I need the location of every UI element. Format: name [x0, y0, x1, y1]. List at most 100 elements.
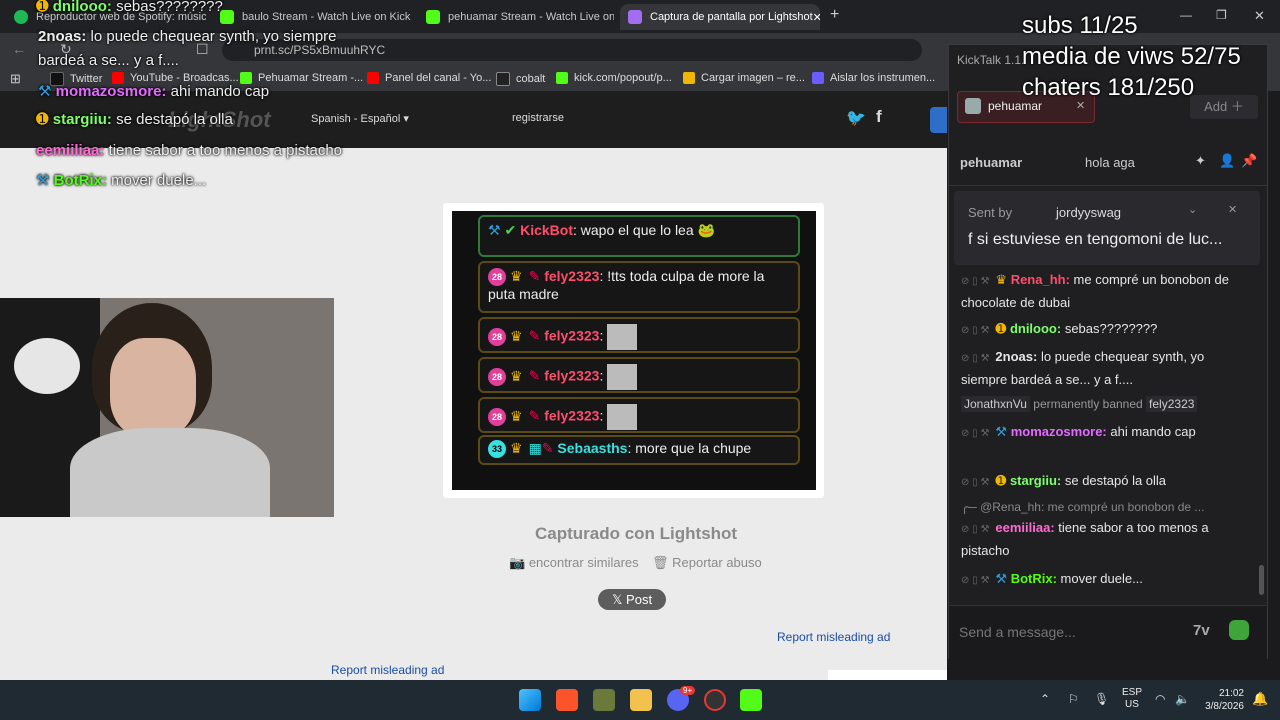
chat-message[interactable]: ⊘ ▯ ⚒ eemiiliaa: tiene sabor a too menos …: [961, 517, 1251, 561]
tab-pehuamar[interactable]: pehuamar Stream - Watch Live on Kick: [418, 4, 614, 30]
kicktalk-icon[interactable]: [740, 689, 762, 711]
kick-emote-icon[interactable]: [1229, 620, 1249, 640]
sub-badge: 28: [488, 368, 506, 386]
wifi-icon[interactable]: ◠: [1155, 692, 1165, 706]
mod-tools-icon[interactable]: ⊘ ▯ ⚒: [961, 325, 989, 336]
ban-target: fely2323: [1146, 396, 1198, 412]
facebook-icon[interactable]: f: [876, 107, 882, 127]
apps-grid-icon[interactable]: ⊞: [10, 71, 21, 87]
unpin-icon[interactable]: 📌: [1241, 153, 1257, 169]
gift-icon: ✎: [528, 268, 541, 284]
crown-icon: ♛: [510, 268, 523, 284]
mod-tools-icon[interactable]: ⊘ ▯ ⚒: [961, 353, 989, 364]
reply-icon: ╭─: [961, 500, 977, 514]
tray-icon[interactable]: ⚐: [1068, 692, 1079, 706]
reply-preview[interactable]: ╭─ @Rena_hh: me compré un bonobon de ...: [961, 497, 1251, 518]
chat-username: BotRix:: [1010, 571, 1057, 586]
microphone-icon[interactable]: 🎙: [1094, 692, 1109, 706]
find-similar-link[interactable]: 📷 encontrar similares: [509, 555, 639, 571]
register-link[interactable]: registrarse: [512, 112, 564, 124]
chat-scrollbar[interactable]: [1259, 565, 1264, 595]
file-explorer-icon[interactable]: [630, 689, 652, 711]
trollface-icon: [14, 338, 80, 394]
tab-lightshot[interactable]: Captura de pantalla por Lightshot ✕: [620, 4, 820, 30]
chat-text: wapo el que lo lea: [580, 222, 694, 238]
close-tab-icon[interactable]: ✕: [813, 11, 820, 24]
user-icon[interactable]: 👤: [1219, 153, 1235, 169]
pin-icon[interactable]: ✦: [1195, 153, 1206, 169]
report-ad-link[interactable]: Report misleading ad: [331, 663, 444, 677]
sub-badge-icon: ➊: [995, 321, 1007, 336]
language-indicator[interactable]: ESP US: [1122, 687, 1142, 711]
bookmark-panel[interactable]: Panel del canal - Yo...: [367, 72, 491, 84]
chat-message[interactable]: ⊘ ▯ ⚒ ⚒ BotRix: mover duele...: [961, 568, 1251, 591]
windows-start-icon[interactable]: [519, 689, 541, 711]
chat-username: dnilooo:: [1009, 321, 1062, 336]
report-ad-link[interactable]: Report misleading ad: [777, 630, 890, 644]
chevron-up-icon[interactable]: ⌃: [1040, 692, 1050, 706]
7tv-emote-icon[interactable]: 7v: [1193, 622, 1210, 639]
kicktalk-panel: KickTalk 1.1. pehuamar ✕ Add ＋ pehuamar …: [948, 44, 1268, 660]
add-channel-button[interactable]: Add ＋: [1190, 95, 1258, 119]
screenshot-image[interactable]: ⚒ ✔ KickBot: wapo el que lo lea 🐸 28 ♛ ✎ f…: [452, 211, 816, 490]
new-tab-icon[interactable]: +: [830, 6, 839, 24]
chat-message[interactable]: ⊘ ▯ ⚒ ➊ dnilooo: sebas????????: [961, 318, 1251, 341]
bookmark-aislar[interactable]: Aislar los instrumen...: [812, 72, 935, 84]
report-abuse-link[interactable]: 🗑 Reportar abuso: [652, 555, 762, 571]
overlay-chat-line: 2noas: lo puede chequear synth, yo siemp…: [38, 28, 337, 45]
clock[interactable]: 21:02 3/8/2026: [1200, 687, 1244, 713]
mod-tools-icon[interactable]: ⊘ ▯ ⚒: [961, 575, 989, 586]
chat-message[interactable]: ⊘ ▯ ⚒ ♛ Rena_hh: me compré un bonobon de …: [961, 269, 1251, 313]
game-icon[interactable]: [593, 689, 615, 711]
bookmark-cobalt[interactable]: cobalt: [496, 72, 545, 86]
sub-badge-icon: ➊: [36, 0, 49, 15]
close-window-icon[interactable]: ✕: [1254, 8, 1265, 24]
chevron-down-icon[interactable]: ⌄: [1188, 203, 1197, 216]
screenshot-chat-row: 28 ♛ ✎ fely2323:: [478, 397, 800, 433]
sub-badge: 33: [488, 440, 506, 459]
tab-label: baulo Stream - Watch Live on Kick: [242, 11, 411, 23]
overlay-chat-line: ⚒ BotRix: mover duele...: [36, 171, 206, 189]
tab-baulo[interactable]: baulo Stream - Watch Live on Kick: [212, 4, 412, 30]
trash-icon: 🗑: [652, 555, 669, 570]
chat-username: Sebaasths: [557, 440, 628, 456]
unpin-icon[interactable]: ✕: [1228, 203, 1237, 216]
upload-button[interactable]: [930, 107, 947, 133]
x-post-button[interactable]: 𝕏 Post: [598, 589, 666, 610]
overlay-chat-line: eemiiliaa: tiene sabor a too menos a pis…: [36, 142, 342, 159]
maximize-icon[interactable]: ❐: [1216, 8, 1227, 22]
brave-icon[interactable]: [556, 689, 578, 711]
mod-tools-icon[interactable]: ⊘ ▯ ⚒: [961, 428, 989, 439]
obs-icon[interactable]: [704, 689, 726, 711]
sent-by-label: Sent by: [968, 205, 1013, 220]
bookmark-cargar-imagen[interactable]: Cargar imagen – re...: [683, 72, 805, 84]
sub-badge-icon: ➊: [36, 111, 49, 128]
x-icon: 𝕏: [611, 592, 623, 607]
minimize-icon[interactable]: —: [1180, 8, 1192, 22]
message-composer: 7v: [949, 605, 1267, 660]
message-input[interactable]: [957, 616, 1173, 648]
chat-message[interactable]: ⊘ ▯ ⚒ ⚒ momazosmore: ahi mando cap: [961, 421, 1251, 444]
chat-message[interactable]: ⊘ ▯ ⚒ ➊ stargiiu: se destapó la olla: [961, 470, 1251, 493]
volume-icon[interactable]: 🔈: [1175, 692, 1190, 706]
pinned-user: pehuamar: [960, 155, 1023, 170]
bookmark-kick-popout[interactable]: kick.com/popout/p...: [556, 72, 672, 84]
face-emote-icon: [607, 404, 638, 430]
language-select[interactable]: Spanish - Español ▾: [311, 112, 409, 125]
overlay-text: ahi mando cap: [170, 83, 270, 100]
mod-tools-icon[interactable]: ⊘ ▯ ⚒: [961, 524, 989, 535]
ban-notice: JonathxnVu permanently banned fely2323: [961, 394, 1251, 415]
mod-icon: ⚒: [38, 83, 52, 100]
chat-message[interactable]: ⊘ ▯ ⚒ 2noas: lo puede chequear synth, yo …: [961, 346, 1251, 390]
language-label: Spanish - Español: [311, 113, 401, 125]
back-icon[interactable]: ←: [12, 41, 26, 57]
screenshot-chat-row: 33 ♛ ▦✎ Sebaasths: more que la chupe: [478, 435, 800, 465]
mod-tools-icon[interactable]: ⊘ ▯ ⚒: [961, 276, 989, 287]
mod-tools-icon[interactable]: ⊘ ▯ ⚒: [961, 477, 989, 488]
overlay-text: lo puede chequear synth, yo siempre: [90, 28, 337, 45]
find-similar-label: encontrar similares: [528, 555, 639, 570]
mod-icon: ⚒: [488, 222, 501, 238]
notification-bell-icon[interactable]: 🔔: [1252, 691, 1268, 707]
crown-icon: ♛: [510, 367, 523, 384]
twitter-icon[interactable]: 🐦: [846, 108, 866, 128]
